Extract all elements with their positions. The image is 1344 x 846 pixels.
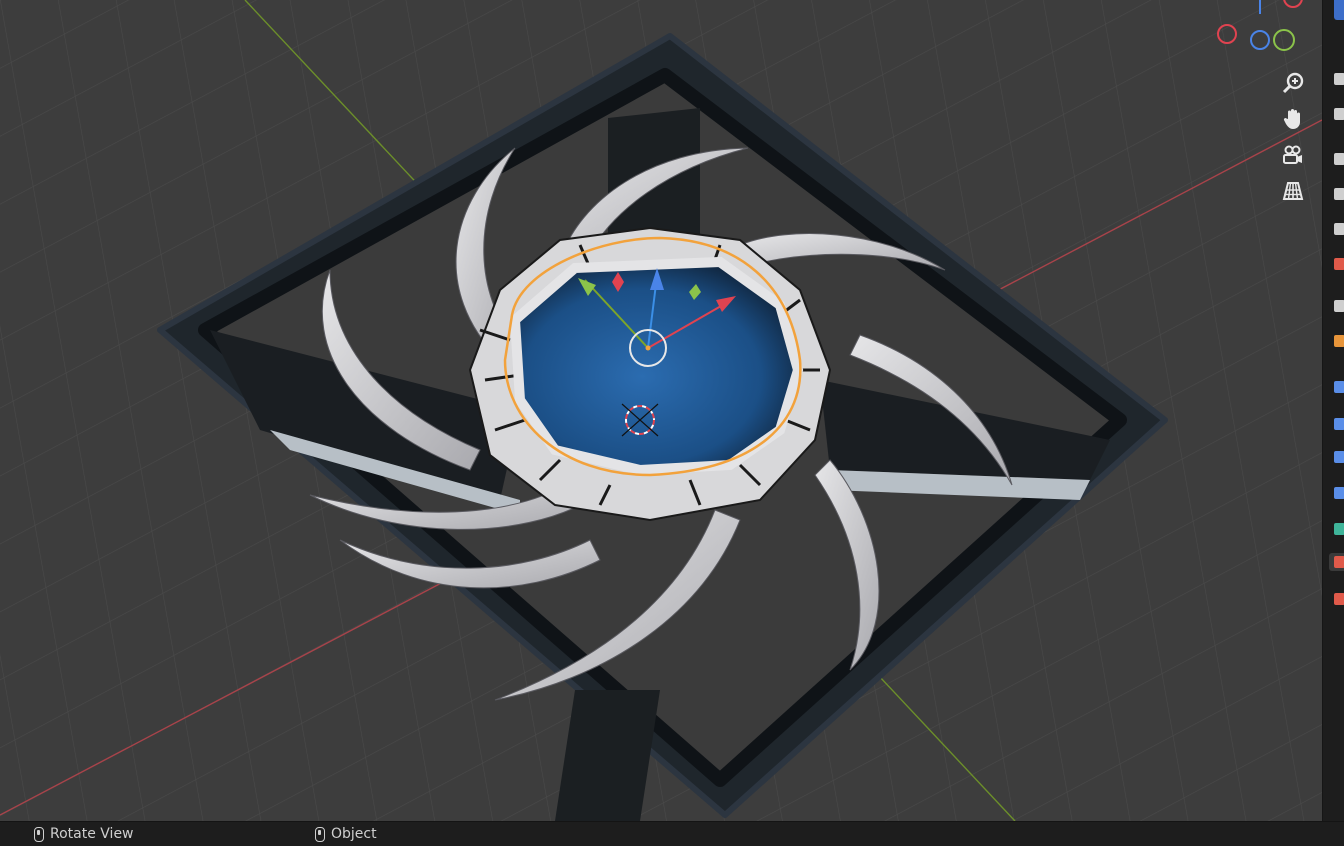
status-object-label: Object: [331, 826, 377, 842]
object-tab-icon[interactable]: [1329, 332, 1344, 350]
view-layer-tab-icon[interactable]: [1329, 185, 1344, 203]
physics-tab-icon[interactable]: [1329, 448, 1344, 466]
constraints-tab-icon[interactable]: [1329, 484, 1344, 502]
3d-viewport[interactable]: [0, 0, 1322, 821]
scene-tab-icon[interactable]: [1329, 220, 1344, 238]
tool-tab-icon[interactable]: [1329, 70, 1344, 88]
output-tab-icon[interactable]: [1329, 150, 1344, 168]
collection-tab-icon[interactable]: [1329, 297, 1344, 315]
perspective-grid-icon[interactable]: [1276, 174, 1310, 208]
fan-hub[interactable]: [468, 226, 832, 522]
status-hint-rotate: Rotate View: [34, 825, 134, 843]
world-tab-icon[interactable]: [1329, 255, 1344, 273]
particles-tab-icon[interactable]: [1329, 415, 1344, 433]
modifier-tab-icon[interactable]: [1329, 378, 1344, 396]
material-tab-icon[interactable]: [1329, 553, 1344, 571]
zoom-icon[interactable]: [1276, 66, 1310, 100]
pan-hand-icon[interactable]: [1276, 102, 1310, 136]
viewport-navigation-tools: [1276, 66, 1312, 208]
texture-tab-icon[interactable]: [1329, 590, 1344, 608]
status-hint-object: Object: [315, 825, 377, 843]
viewport-scene[interactable]: [0, 0, 1322, 821]
render-tab-icon[interactable]: [1329, 105, 1344, 123]
mouse-middle-button-icon: [34, 826, 44, 842]
data-tab-icon[interactable]: [1329, 520, 1344, 538]
active-area-edge: [1334, 0, 1344, 20]
status-bar: Rotate View Object: [0, 821, 1344, 846]
status-rotate-view-label: Rotate View: [50, 826, 134, 842]
properties-tab-column: [1322, 0, 1344, 821]
camera-view-icon[interactable]: [1276, 138, 1310, 172]
mouse-right-button-icon: [315, 826, 325, 842]
